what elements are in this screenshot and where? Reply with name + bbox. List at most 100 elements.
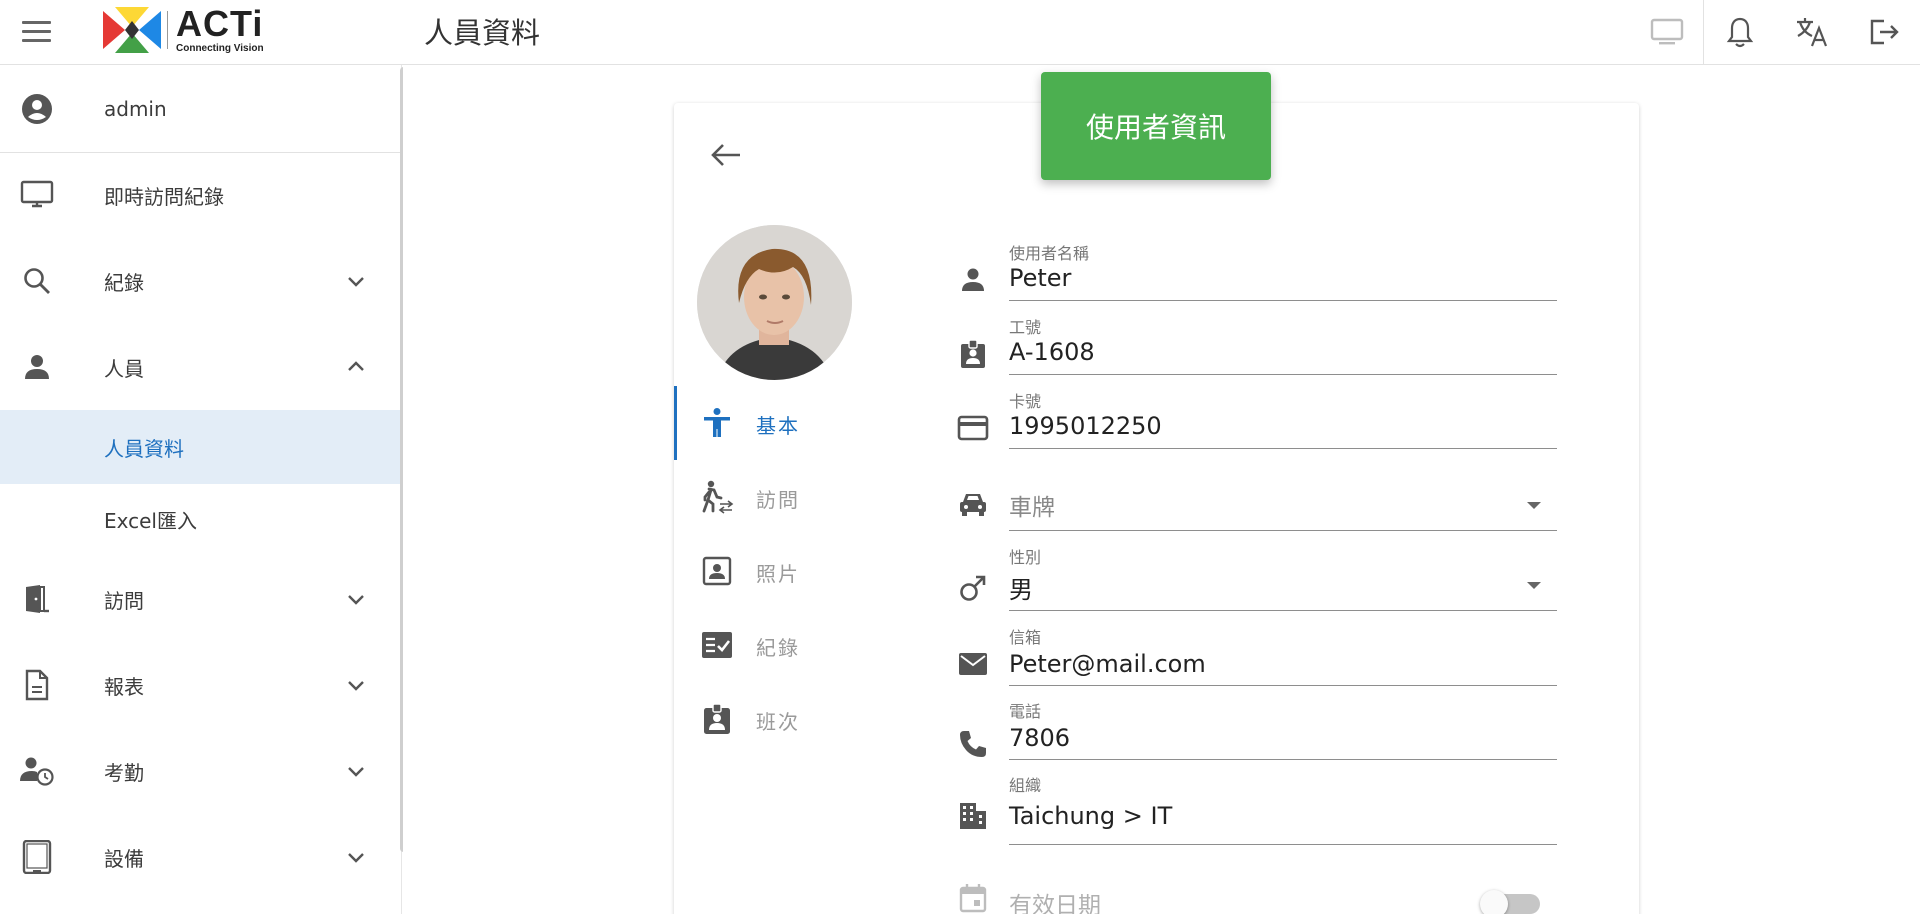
portrait-icon [698, 552, 736, 590]
sidebar-item-devices[interactable]: 設備 [0, 820, 400, 894]
license-plate-select[interactable]: 車牌 [955, 470, 1557, 532]
field-label: 工號 [1009, 318, 1042, 337]
sidebar-item-label: 人員 [104, 356, 144, 381]
field-placeholder: 有效日期 [1009, 893, 1101, 914]
male-icon [955, 570, 991, 606]
door-icon [18, 580, 56, 618]
tab-label: 照片 [756, 562, 800, 586]
valid-date-toggle[interactable] [1480, 890, 1544, 914]
calendar-icon [955, 880, 991, 914]
field-label: 信箱 [1009, 628, 1042, 647]
logo-word: ACTi [176, 3, 264, 44]
dropdown-arrow-icon [1527, 502, 1541, 509]
sidebar-item-label: 報表 [104, 674, 144, 699]
employee-id-field[interactable]: 工號 A-1608 [955, 310, 1557, 376]
sidebar-item-reports[interactable]: 報表 [0, 648, 400, 722]
field-value[interactable]: Peter@mail.com [1009, 650, 1206, 678]
document-icon [18, 666, 56, 704]
page-title: 人員資料 [424, 16, 541, 50]
chevron-down-icon [340, 669, 372, 701]
field-label: 性別 [1009, 548, 1042, 567]
field-value[interactable]: 男 [1009, 570, 1033, 605]
sidebar-item-label: 考勤 [104, 760, 144, 785]
sidebar-item-excel-import[interactable]: Excel匯入 [0, 482, 400, 556]
tab-basic[interactable]: 基本 [674, 386, 874, 460]
tab-label: 訪問 [756, 488, 800, 512]
dropdown-arrow-icon [1527, 582, 1541, 589]
sidebar-item-label: 人員資料 [104, 436, 184, 461]
tab-visits[interactable]: 訪問 [674, 460, 874, 534]
back-arrow-icon[interactable] [708, 138, 746, 172]
chevron-up-icon [340, 351, 372, 383]
phone-field[interactable]: 電話 7806 [955, 698, 1557, 760]
sidebar-item-personnel[interactable]: 人員 [0, 330, 400, 404]
sidebar-user-label: admin [104, 97, 167, 121]
credit-card-icon [955, 410, 991, 446]
field-value[interactable]: 1995012250 [1009, 412, 1162, 440]
card-number-field[interactable]: 卡號 1995012250 [955, 384, 1557, 450]
sidebar-item-visits[interactable]: 訪問 [0, 562, 400, 636]
tab-label: 紀錄 [756, 636, 800, 660]
field-label: 使用者名稱 [1009, 244, 1090, 263]
translate-icon[interactable] [1776, 0, 1848, 64]
car-icon [955, 486, 991, 522]
checklist-icon [698, 626, 736, 664]
username-field[interactable]: 使用者名稱 Peter [955, 236, 1557, 302]
chevron-down-icon [340, 583, 372, 615]
email-field[interactable]: 信箱 Peter@mail.com [955, 624, 1557, 686]
person-icon [955, 262, 991, 298]
email-icon [955, 646, 991, 682]
phone-icon [955, 726, 991, 762]
gender-select[interactable]: 性別 男 [955, 544, 1557, 612]
organization-field[interactable]: 組織 Taichung > IT [955, 772, 1557, 846]
logout-icon[interactable] [1848, 0, 1920, 64]
field-label: 卡號 [1009, 392, 1042, 411]
user-avatar [697, 225, 852, 380]
tab-records[interactable]: 紀錄 [674, 608, 874, 682]
person-clock-icon [18, 752, 56, 790]
field-value[interactable]: Taichung > IT [1009, 802, 1172, 830]
tab-label: 班次 [756, 710, 800, 734]
menu-icon[interactable] [22, 16, 52, 46]
field-label: 組織 [1009, 776, 1042, 795]
field-value[interactable]: 7806 [1009, 724, 1070, 752]
sidebar-item-personnel-data[interactable]: 人員資料 [0, 410, 400, 484]
logo-mark-icon [103, 7, 161, 53]
badge-icon [955, 336, 991, 372]
search-icon [18, 262, 56, 300]
sidebar-item-label: 訪問 [104, 588, 144, 613]
person-icon [18, 348, 56, 386]
chevron-down-icon [340, 841, 372, 873]
card-header-title: 使用者資訊 [1085, 111, 1226, 144]
sidebar-item-live-visits[interactable]: 即時訪問紀錄 [0, 158, 400, 232]
monitor-icon[interactable] [1631, 0, 1703, 64]
sidebar-divider [0, 152, 400, 153]
sidebar-item-records[interactable]: 紀錄 [0, 244, 400, 318]
tab-label: 基本 [756, 414, 800, 438]
field-label: 電話 [1009, 702, 1042, 721]
sidebar-user[interactable]: admin [0, 72, 400, 146]
logo-tagline: Connecting Vision [176, 43, 264, 54]
top-bar: ACTi Connecting Vision 人員資料 [0, 0, 1920, 65]
sidebar-item-label: 設備 [104, 846, 144, 871]
bell-icon[interactable] [1704, 0, 1776, 64]
tablet-icon [18, 838, 56, 876]
chevron-down-icon [340, 265, 372, 297]
card-header: 使用者資訊 [1041, 72, 1271, 180]
walking-icon [698, 478, 736, 516]
field-placeholder: 車牌 [1009, 495, 1055, 521]
field-value[interactable]: A-1608 [1009, 338, 1095, 366]
building-icon [955, 798, 991, 834]
sidebar-item-attendance[interactable]: 考勤 [0, 734, 400, 808]
accessibility-icon [698, 404, 736, 442]
acti-logo: ACTi Connecting Vision [103, 6, 264, 54]
valid-date-field[interactable]: 有效日期 [955, 880, 1557, 914]
sidebar-item-label: 即時訪問紀錄 [104, 184, 224, 209]
account-circle-icon [18, 90, 56, 128]
sidebar-item-label: 紀錄 [104, 270, 144, 295]
tab-photos[interactable]: 照片 [674, 534, 874, 608]
field-value[interactable]: Peter [1009, 264, 1071, 292]
tab-shifts[interactable]: 班次 [674, 682, 874, 756]
sidebar-item-label: Excel匯入 [104, 508, 197, 533]
chevron-down-icon [340, 755, 372, 787]
